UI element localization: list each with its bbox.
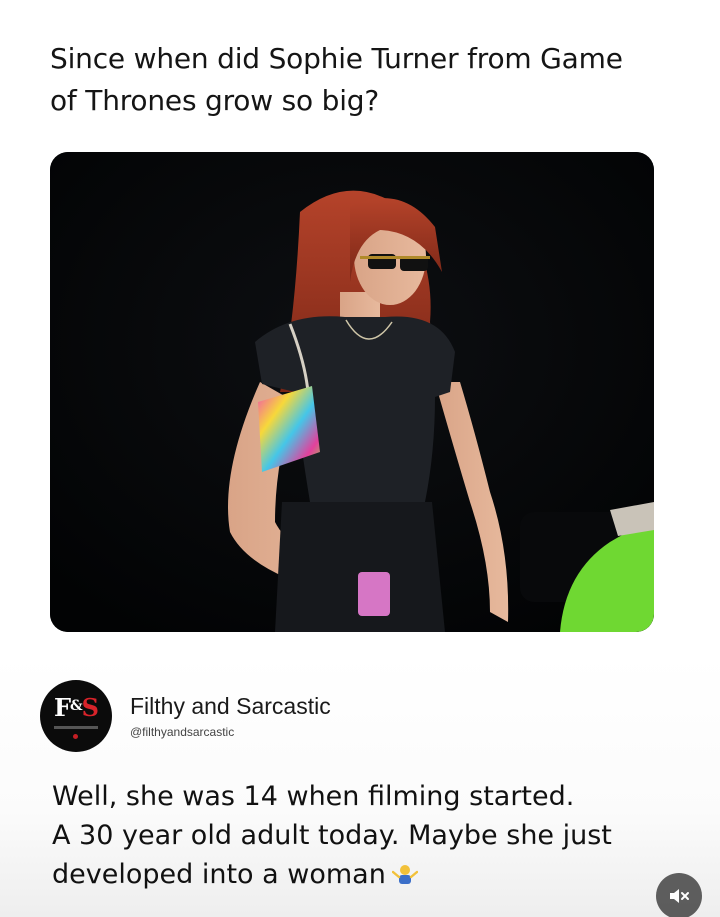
shrug-emoji-icon [391, 865, 418, 884]
mute-button[interactable] [656, 873, 702, 917]
photo-illustration [50, 152, 654, 632]
brand-logo: F&S [53, 693, 99, 722]
post-title: Since when did Sophie Turner from Game o… [50, 42, 623, 117]
post-photo[interactable] [50, 152, 654, 632]
tweet-line-2: A 30 year old adult today. Maybe she jus… [52, 820, 612, 851]
tweet-text: Well, she was 14 when filming started. A… [52, 777, 672, 894]
tweet-line-3-wrap: developed into a woman [52, 855, 672, 894]
logo-dot [73, 734, 78, 739]
muted-speaker-icon [670, 889, 689, 903]
account-avatar[interactable]: F&S [40, 680, 112, 752]
logo-stripe [54, 726, 98, 729]
tweet-line-3: developed into a woman [52, 859, 386, 890]
account-handle[interactable]: @filthyandsarcastic [130, 725, 234, 739]
account-name[interactable]: Filthy and Sarcastic [130, 693, 331, 720]
tweet-line-1: Well, she was 14 when filming started. [52, 781, 575, 812]
